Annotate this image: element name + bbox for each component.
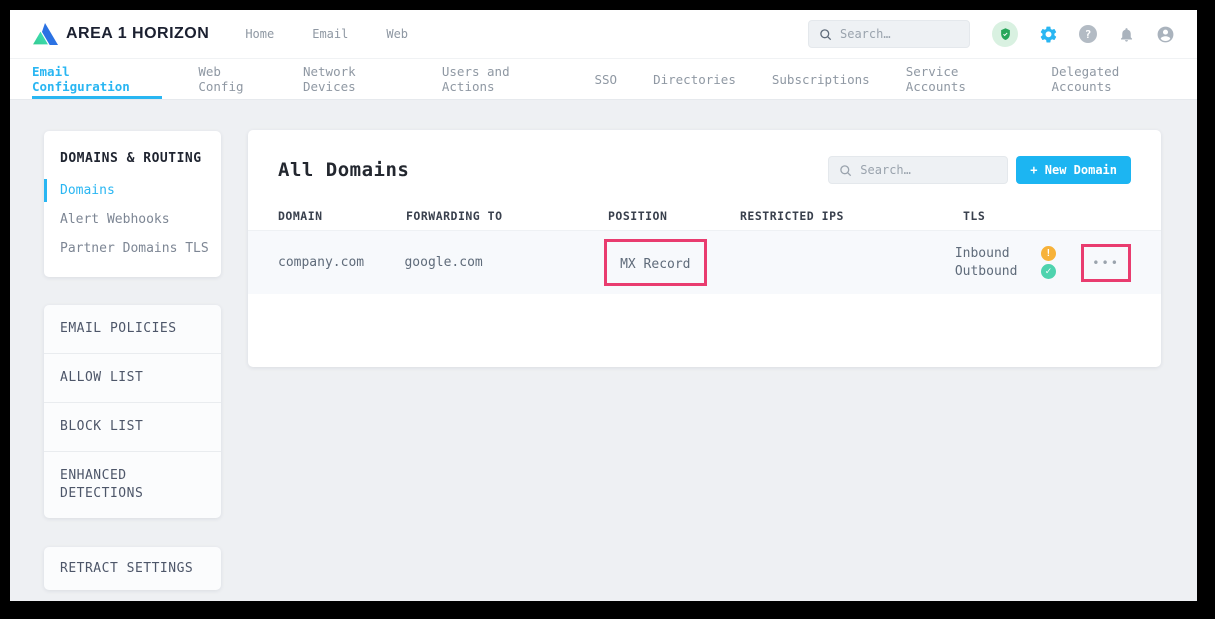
area1-logo[interactable]: AREA 1 HORIZON bbox=[32, 23, 209, 45]
tab-email-configuration[interactable]: Email Configuration bbox=[32, 59, 162, 99]
domains-table-header: DOMAIN FORWARDING TO POSITION RESTRICTED… bbox=[248, 202, 1161, 230]
tab-service-accounts[interactable]: Service Accounts bbox=[906, 59, 1016, 99]
table-row[interactable]: company.com google.com MX Record Inbound… bbox=[248, 230, 1161, 294]
sidebar-item-retract-settings[interactable]: RETRACT SETTINGS bbox=[44, 547, 221, 590]
domains-search-input[interactable] bbox=[860, 163, 997, 177]
search-icon bbox=[819, 28, 832, 41]
nav-link-home[interactable]: Home bbox=[245, 27, 274, 41]
sidebar-item-enhanced-detections[interactable]: ENHANCED DETECTIONS bbox=[44, 452, 221, 518]
help-icon[interactable]: ? bbox=[1079, 25, 1097, 43]
position-highlight-annotation: MX Record bbox=[604, 239, 706, 286]
sidebar-item-alert-webhooks[interactable]: Alert Webhooks bbox=[44, 205, 221, 234]
account-icon[interactable] bbox=[1156, 25, 1175, 44]
tab-network-devices[interactable]: Network Devices bbox=[303, 59, 406, 99]
tab-users-and-actions[interactable]: Users and Actions bbox=[442, 59, 559, 99]
sidebar-item-partner-domains-tls[interactable]: Partner Domains TLS bbox=[44, 234, 221, 263]
settings-gear-icon[interactable] bbox=[1039, 25, 1058, 44]
sidebar-item-block-list[interactable]: BLOCK LIST bbox=[44, 403, 221, 452]
sidebar-item-domains[interactable]: Domains bbox=[44, 176, 221, 205]
nav-link-email[interactable]: Email bbox=[312, 27, 348, 41]
tab-subscriptions[interactable]: Subscriptions bbox=[772, 59, 870, 99]
page-title: All Domains bbox=[278, 159, 409, 181]
logo-triangle-icon bbox=[32, 23, 58, 45]
top-navbar: AREA 1 HORIZON Home Email Web bbox=[10, 10, 1197, 58]
row-actions-menu-button[interactable]: ••• bbox=[1088, 252, 1124, 274]
sidebar-item-allow-list[interactable]: ALLOW LIST bbox=[44, 354, 221, 403]
all-domains-panel: All Domains + New Domain DOMAIN FORWARDI… bbox=[248, 130, 1161, 367]
app-window: AREA 1 HORIZON Home Email Web bbox=[10, 10, 1197, 601]
logo-text: AREA 1 HORIZON bbox=[66, 25, 209, 43]
tab-sso[interactable]: SSO bbox=[595, 59, 618, 99]
search-icon bbox=[839, 164, 852, 177]
col-header-forwarding-to: FORWARDING TO bbox=[406, 209, 608, 223]
cell-tls: Inbound ! Outbound ✓ bbox=[955, 246, 1081, 279]
cell-forwarding-to: google.com bbox=[404, 255, 604, 270]
row-menu-highlight-annotation: ••• bbox=[1081, 244, 1131, 282]
tls-inbound-label: Inbound bbox=[955, 246, 1041, 261]
email-sections-card: EMAIL POLICIES ALLOW LIST BLOCK LIST ENH… bbox=[44, 305, 221, 518]
domains-routing-card: DOMAINS & ROUTING Domains Alert Webhooks… bbox=[44, 131, 221, 277]
content-area: DOMAINS & ROUTING Domains Alert Webhooks… bbox=[10, 100, 1197, 601]
notifications-bell-icon[interactable] bbox=[1118, 26, 1135, 43]
domains-routing-heading: DOMAINS & ROUTING bbox=[44, 147, 221, 176]
global-search[interactable] bbox=[808, 20, 970, 48]
nav-link-web[interactable]: Web bbox=[386, 27, 408, 41]
settings-tabbar: Email Configuration Web Config Network D… bbox=[10, 58, 1197, 100]
tls-inbound-warning-icon: ! bbox=[1041, 246, 1056, 261]
cell-domain: company.com bbox=[278, 255, 404, 270]
primary-nav: Home Email Web bbox=[245, 27, 408, 41]
tls-outbound-check-icon: ✓ bbox=[1041, 264, 1056, 279]
col-header-position: POSITION bbox=[608, 209, 740, 223]
tab-web-config[interactable]: Web Config bbox=[198, 59, 267, 99]
tls-outbound-label: Outbound bbox=[955, 264, 1041, 279]
security-shield-icon[interactable] bbox=[992, 21, 1018, 47]
new-domain-button[interactable]: + New Domain bbox=[1016, 156, 1131, 184]
sidebar: DOMAINS & ROUTING Domains Alert Webhooks… bbox=[44, 131, 221, 590]
col-header-domain: DOMAIN bbox=[278, 209, 406, 223]
tab-directories[interactable]: Directories bbox=[653, 59, 736, 99]
cell-position: MX Record bbox=[620, 257, 690, 272]
retract-settings-card: RETRACT SETTINGS bbox=[44, 547, 221, 590]
domains-search[interactable] bbox=[828, 156, 1008, 184]
global-search-input[interactable] bbox=[840, 27, 959, 41]
col-header-tls: TLS bbox=[963, 209, 1091, 223]
sidebar-item-email-policies[interactable]: EMAIL POLICIES bbox=[44, 305, 221, 354]
tab-delegated-accounts[interactable]: Delegated Accounts bbox=[1052, 59, 1176, 99]
col-header-restricted-ips: RESTRICTED IPS bbox=[740, 209, 963, 223]
